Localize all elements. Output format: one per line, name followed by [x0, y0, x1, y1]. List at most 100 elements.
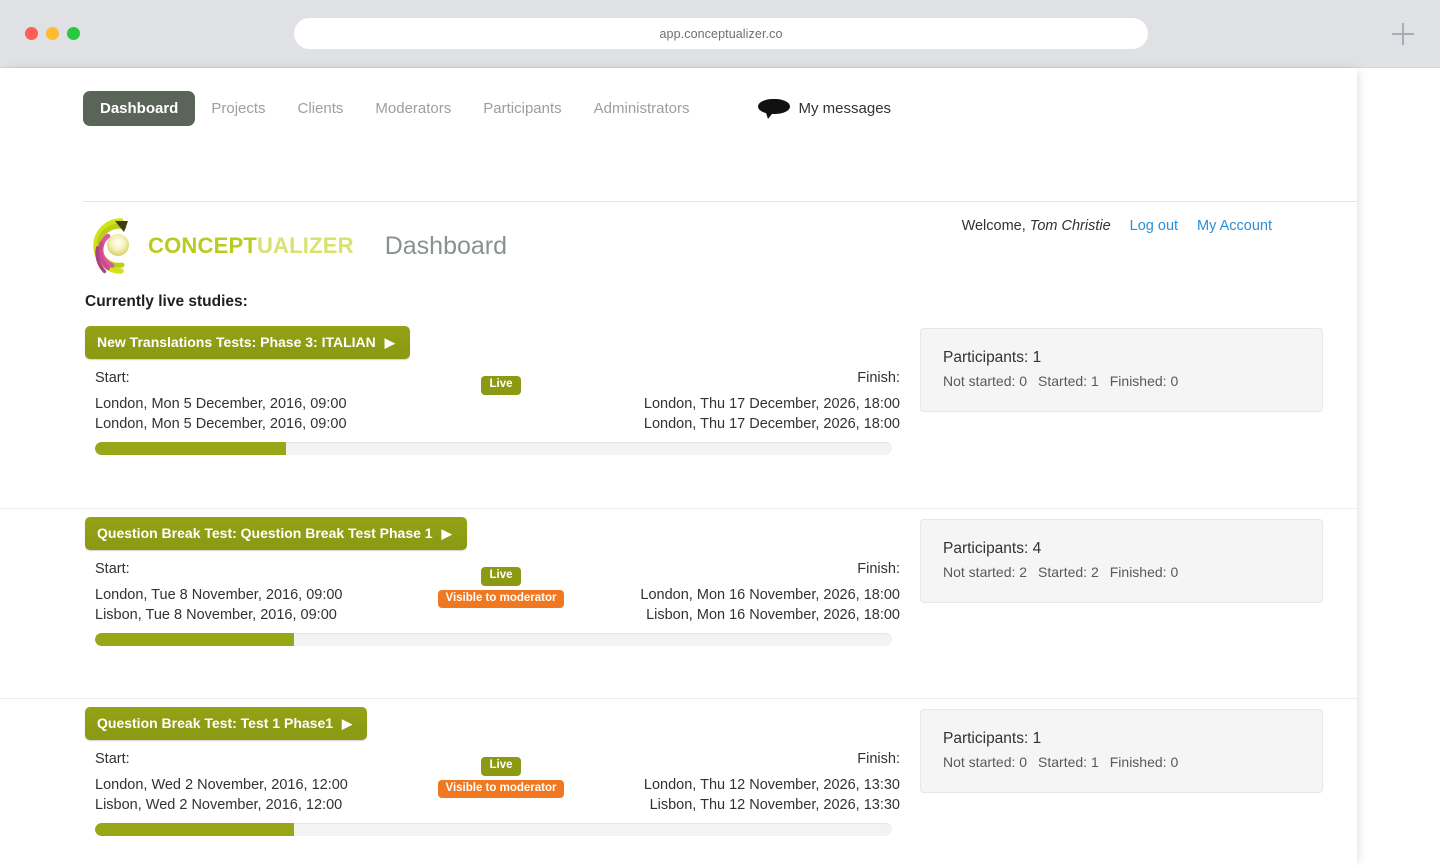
- finished-count: Finished: 0: [1109, 754, 1179, 770]
- participants-summary-card: Participants: 1 Not started: 0 Started: 1 F…: [920, 709, 1323, 793]
- nav-tab-moderators[interactable]: Moderators: [359, 92, 467, 125]
- study-row: New Translations Tests: Phase 3: ITALIAN…: [0, 318, 1357, 508]
- study-row: Question Break Test: Test 1 Phase1 ▶ Start…: [0, 698, 1357, 865]
- finish-label: Finish:: [857, 751, 900, 767]
- page-title: Dashboard: [384, 231, 508, 260]
- user-name: Tom Christie: [1029, 218, 1111, 234]
- play-triangle-icon: ▶: [384, 334, 395, 350]
- start-label: Start:: [95, 370, 130, 386]
- finish-times: London, Mon 16 November, 2026, 18:00 Lisb…: [640, 586, 900, 625]
- start-time-line: London, Mon 5 December, 2016, 09:00: [95, 415, 347, 432]
- started-count: Started: 1: [1038, 373, 1099, 389]
- speech-bubble-icon: [757, 99, 790, 119]
- section-heading: Currently live studies:: [85, 293, 248, 310]
- status-badge-live: Live: [481, 376, 521, 395]
- maximize-window-button[interactable]: [67, 27, 80, 40]
- not-started-count: Not started: 2: [943, 564, 1028, 580]
- start-time-line: Lisbon, Tue 8 November, 2016, 09:00: [95, 606, 337, 623]
- study-progress-fill: [95, 823, 295, 836]
- participants-breakdown: Not started: 2 Started: 2 Finished: 0: [943, 564, 1322, 580]
- finish-time-line: Lisbon, Mon 16 November, 2026, 18:00: [646, 606, 900, 623]
- user-area: Welcome, Tom Christie Log out My Account: [962, 218, 1272, 234]
- study-progress-bar: [95, 442, 892, 455]
- study-progress-fill: [95, 633, 295, 646]
- participants-summary-card: Participants: 4 Not started: 2 Started: 2 F…: [920, 519, 1323, 603]
- studies-list: New Translations Tests: Phase 3: ITALIAN…: [0, 318, 1357, 865]
- status-badges: Live: [426, 376, 576, 395]
- finish-time-line: London, Thu 17 December, 2026, 18:00: [643, 396, 900, 412]
- study-progress-fill: [95, 442, 287, 455]
- participants-breakdown: Not started: 0 Started: 1 Finished: 0: [943, 373, 1322, 389]
- finish-times: London, Thu 12 November, 2026, 13:30 Lisb…: [644, 776, 900, 815]
- brand-row: CONCEPTUALIZER Dashboard: [88, 216, 507, 276]
- play-triangle-icon: ▶: [342, 715, 353, 731]
- wordmark-ualizer: UALIZER: [256, 233, 354, 258]
- study-open-button[interactable]: New Translations Tests: Phase 3: ITALIAN…: [85, 326, 410, 359]
- status-badges: Live Visible to moderator: [426, 567, 576, 608]
- participants-total: Participants: 4: [943, 540, 1042, 557]
- primary-navigation: Dashboard Projects Clients Moderators Pa…: [83, 91, 891, 126]
- finish-time-line: London, Mon 16 November, 2026, 18:00: [640, 587, 900, 603]
- participants-summary-card: Participants: 1 Not started: 0 Started: 1 F…: [920, 328, 1323, 412]
- finish-times: London, Thu 17 December, 2026, 18:00 Lond…: [644, 395, 900, 434]
- minimize-window-button[interactable]: [46, 27, 59, 40]
- my-messages-label: My messages: [798, 100, 892, 117]
- participants-total: Participants: 1: [943, 349, 1042, 366]
- finish-time-line: Lisbon, Thu 12 November, 2026, 13:30: [649, 796, 900, 813]
- study-progress-bar: [95, 823, 892, 836]
- study-open-button[interactable]: Question Break Test: Test 1 Phase1 ▶: [85, 707, 368, 740]
- status-badges: Live Visible to moderator: [426, 757, 576, 798]
- start-label: Start:: [95, 561, 130, 577]
- address-bar[interactable]: app.conceptualizer.co: [294, 18, 1148, 49]
- wordmark-concept: CONCEPT: [148, 233, 257, 258]
- study-title: Question Break Test: Test 1 Phase1: [97, 715, 334, 731]
- start-time-line: London, Wed 2 November, 2016, 12:00: [95, 777, 348, 793]
- finished-count: Finished: 0: [1109, 373, 1179, 389]
- finish-time-line: London, Thu 17 December, 2026, 18:00: [643, 415, 900, 432]
- nav-tab-administrators[interactable]: Administrators: [578, 92, 706, 125]
- start-times: London, Mon 5 December, 2016, 09:00 Londo…: [95, 395, 347, 434]
- new-tab-icon[interactable]: [1392, 23, 1414, 45]
- nav-divider: [83, 201, 1357, 202]
- start-times: London, Tue 8 November, 2016, 09:00 Lisbo…: [95, 586, 343, 625]
- finish-time-line: London, Thu 12 November, 2026, 13:30: [643, 777, 900, 793]
- my-messages-link[interactable]: My messages: [757, 99, 892, 119]
- play-triangle-icon: ▶: [441, 525, 452, 541]
- nav-tab-projects[interactable]: Projects: [195, 92, 281, 125]
- welcome-text: Welcome, Tom Christie: [962, 218, 1111, 234]
- participants-breakdown: Not started: 0 Started: 1 Finished: 0: [943, 754, 1322, 770]
- address-bar-url: app.conceptualizer.co: [659, 26, 783, 41]
- start-time-line: Lisbon, Wed 2 November, 2016, 12:00: [95, 796, 343, 813]
- spiral-logo-icon: [88, 216, 152, 276]
- close-window-button[interactable]: [25, 27, 38, 40]
- brand-wordmark: CONCEPTUALIZER: [148, 233, 354, 259]
- status-badge-visible-to-moderator: Visible to moderator: [437, 589, 565, 608]
- status-badge-visible-to-moderator: Visible to moderator: [437, 779, 565, 798]
- nav-tab-clients[interactable]: Clients: [282, 92, 360, 125]
- participants-total: Participants: 1: [943, 730, 1042, 747]
- study-open-button[interactable]: Question Break Test: Question Break Test…: [85, 517, 467, 550]
- study-title: New Translations Tests: Phase 3: ITALIAN: [97, 334, 376, 350]
- start-time-line: London, Tue 8 November, 2016, 09:00: [95, 587, 343, 603]
- nav-tab-participants[interactable]: Participants: [467, 92, 577, 125]
- page-viewport: Dashboard Projects Clients Moderators Pa…: [0, 68, 1440, 865]
- nav-tab-dashboard[interactable]: Dashboard: [83, 91, 196, 126]
- browser-chrome: app.conceptualizer.co: [0, 0, 1440, 68]
- finish-label: Finish:: [857, 370, 900, 386]
- welcome-prefix: Welcome,: [961, 218, 1030, 234]
- start-time-line: London, Mon 5 December, 2016, 09:00: [95, 396, 347, 412]
- finished-count: Finished: 0: [1109, 564, 1179, 580]
- study-progress-bar: [95, 633, 892, 646]
- logout-link[interactable]: Log out: [1130, 218, 1178, 234]
- my-account-link[interactable]: My Account: [1197, 218, 1272, 234]
- window-traffic-lights: [25, 27, 80, 40]
- study-row: Question Break Test: Question Break Test…: [0, 508, 1357, 698]
- start-times: London, Wed 2 November, 2016, 12:00 Lisbo…: [95, 776, 348, 815]
- start-label: Start:: [95, 751, 130, 767]
- finish-label: Finish:: [857, 561, 900, 577]
- page-sheet: Dashboard Projects Clients Moderators Pa…: [0, 68, 1357, 865]
- not-started-count: Not started: 0: [943, 373, 1028, 389]
- started-count: Started: 1: [1038, 754, 1099, 770]
- started-count: Started: 2: [1038, 564, 1099, 580]
- not-started-count: Not started: 0: [943, 754, 1028, 770]
